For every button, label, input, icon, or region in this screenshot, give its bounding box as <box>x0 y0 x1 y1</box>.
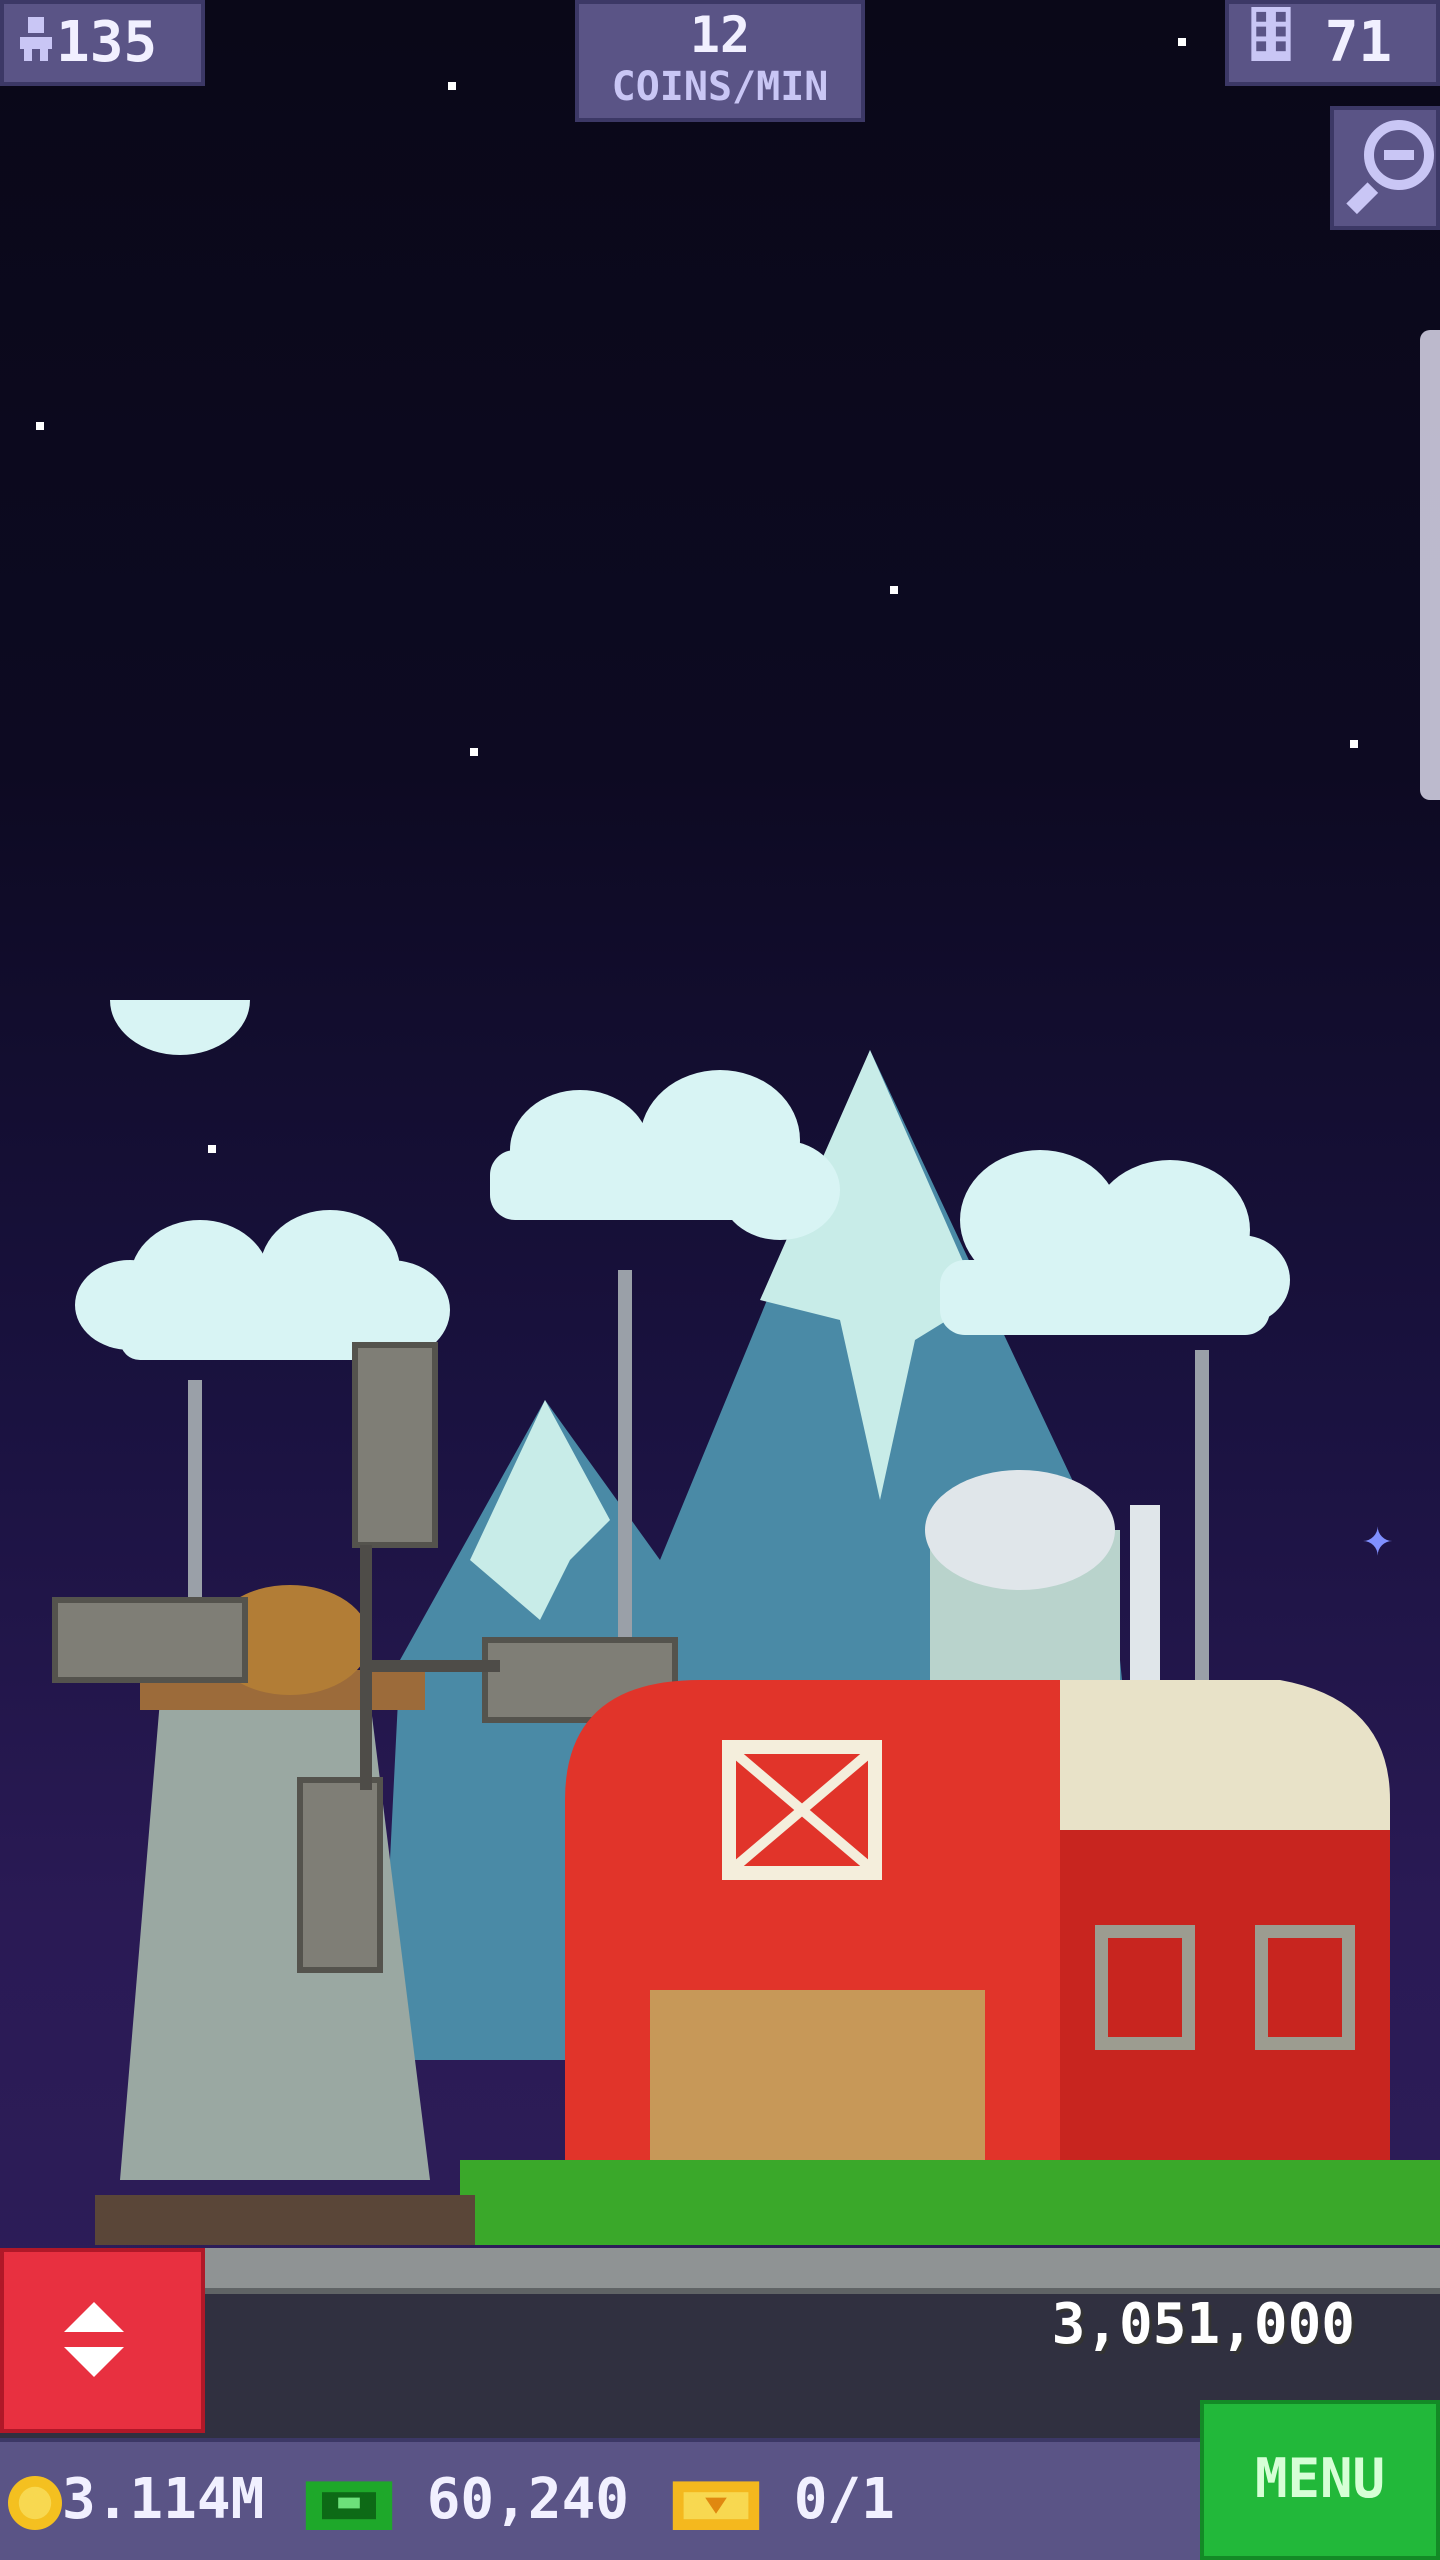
grass <box>460 2160 1440 2245</box>
floor-ledge <box>0 2248 1440 2294</box>
zoom-out-button[interactable] <box>1330 106 1440 230</box>
cloud <box>940 1150 1290 1335</box>
cloud-pole <box>1195 1350 1209 1680</box>
coins-per-minute-panel: 12 COINS/MIN <box>575 0 865 122</box>
population-counter[interactable]: 135 <box>0 0 205 86</box>
cash-icon <box>305 2481 393 2530</box>
star <box>890 586 898 594</box>
coins-rate-label: COINS/MIN <box>611 64 829 110</box>
tickets-value: 0/1 <box>793 2467 895 2532</box>
ticket-icon <box>672 2481 760 2530</box>
star <box>36 422 44 430</box>
star <box>470 748 478 756</box>
floor-counter[interactable]: 71 <box>1225 0 1440 86</box>
silo-ladder <box>1130 1505 1160 1705</box>
star <box>448 82 456 90</box>
barn-door <box>650 1990 985 2180</box>
person-icon <box>16 4 56 82</box>
menu-button[interactable]: MENU <box>1200 2400 1440 2560</box>
bux-display[interactable]: 60,240 <box>305 2464 629 2536</box>
elevator-button[interactable] <box>0 2248 205 2433</box>
up-down-arrows-icon <box>64 2302 124 2377</box>
building-icon <box>1251 4 1291 82</box>
bux-value: 60,240 <box>426 2467 630 2532</box>
zoom-out-icon <box>1346 120 1434 215</box>
next-floor-price[interactable]: 3,051,000 <box>1052 2292 1355 2357</box>
coins-value: 3.114M <box>62 2467 265 2532</box>
cloud <box>490 1070 840 1240</box>
coins-rate-value: 12 <box>689 6 751 64</box>
cloud <box>75 1000 450 1360</box>
farm-scene <box>52 1000 1440 2245</box>
star <box>1178 38 1186 46</box>
star <box>1350 740 1358 748</box>
coin-icon <box>8 2475 62 2530</box>
cloud-pole <box>618 1270 632 1650</box>
population-value: 135 <box>56 10 158 75</box>
cloud-pole <box>188 1380 202 1600</box>
fence <box>95 2195 475 2245</box>
silo-dome <box>925 1470 1115 1590</box>
coins-display[interactable]: 3.114M <box>8 2464 264 2536</box>
tickets-display[interactable]: 0/1 <box>672 2464 895 2536</box>
floor-count-value: 71 <box>1324 10 1393 75</box>
windmill-tower <box>120 1700 430 2180</box>
scroll-handle[interactable] <box>1420 330 1440 800</box>
